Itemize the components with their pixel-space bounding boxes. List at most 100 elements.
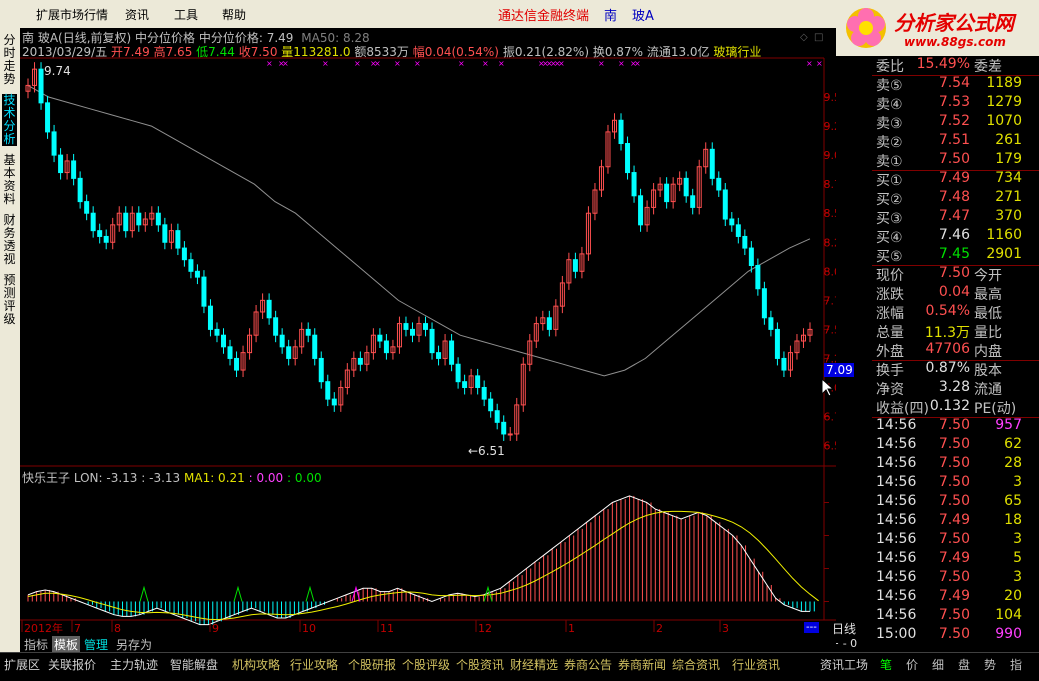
panel-separator	[872, 170, 1039, 171]
bottom-nav-item[interactable]: 机构攻略	[232, 656, 280, 673]
candle-body	[84, 201, 90, 214]
bid-label: 买②	[876, 192, 903, 208]
stat-label: 换手	[876, 363, 904, 379]
stat-value: 7.50	[938, 265, 970, 281]
candle-body	[357, 357, 363, 365]
stat-value: 0.54%	[925, 303, 970, 319]
tab-manage[interactable]: 管理	[82, 636, 110, 653]
tab-save-as[interactable]: 另存为	[114, 636, 154, 653]
stat-label: 涨跌	[876, 287, 904, 303]
indicator-ma1: MA1: 0.21	[184, 471, 245, 485]
candle-body	[279, 334, 285, 348]
tab-intraday[interactable]: 分时走势	[2, 34, 17, 86]
stat-value: 47706	[925, 341, 970, 357]
tab-forecast-rating[interactable]: 预测评级	[2, 274, 17, 326]
candle-body	[618, 119, 624, 145]
signal-marker: ×	[498, 59, 505, 68]
bottom-nav-item[interactable]: 主力轨迹	[110, 656, 158, 673]
tab-template[interactable]: 模板	[52, 636, 81, 653]
bottom-nav-item[interactable]: 资讯工场	[820, 656, 868, 673]
candle-body	[51, 131, 57, 156]
price-tick-label: 6.50	[824, 440, 837, 453]
bottom-nav-item[interactable]: 扩展区	[4, 656, 40, 673]
bottom-nav-item[interactable]: 智能解盘	[170, 656, 218, 673]
bottom-nav-item[interactable]: 个股资讯	[456, 656, 504, 673]
stat-label: PE(动)	[974, 401, 1017, 417]
bottom-nav-item[interactable]: 行业攻略	[290, 656, 338, 673]
tick-row: 14:56 7.50 3	[872, 531, 1039, 550]
more-button[interactable]: ---	[804, 622, 819, 633]
quote-label: 委比	[876, 59, 904, 75]
candle-body	[377, 334, 383, 342]
candle-body	[409, 328, 415, 336]
period-label[interactable]: 日线	[832, 620, 856, 637]
tab-company-profile[interactable]: 基本资料	[2, 154, 17, 206]
indicator-header: 快乐王子 LON: -3.13 : -3.13 MA1: 0.21 : 0.00…	[22, 469, 322, 486]
quote-tab[interactable]: 笔	[880, 656, 892, 673]
stat-row: 收益(四) 0.132 PE(动)	[872, 398, 1039, 417]
bottom-nav-item[interactable]: 财经精选	[510, 656, 558, 673]
bid-volume: 1160	[986, 227, 1022, 243]
tick-row: 14:56 7.49 5	[872, 550, 1039, 569]
signal-marker: ×	[322, 59, 329, 68]
signal-marker: ×	[458, 59, 465, 68]
menu-item-help[interactable]: 帮助	[222, 6, 246, 23]
candle-body	[136, 212, 142, 226]
ask-label: 卖⑤	[876, 78, 903, 94]
menu-item-tools[interactable]: 工具	[174, 6, 198, 23]
ask-row: 卖② 7.51 261	[872, 132, 1039, 151]
candle-body	[683, 177, 689, 197]
quote-tab[interactable]: 细	[932, 656, 944, 673]
tick-time: 14:56	[876, 436, 917, 452]
price-tick-label: 7.50	[824, 323, 837, 336]
candle-body	[494, 410, 500, 423]
ma1-line	[27, 510, 819, 621]
ask-volume: 261	[995, 132, 1022, 148]
quote-value: 15.49%	[916, 56, 970, 72]
bottom-nav-item[interactable]: 个股研报	[348, 656, 396, 673]
stat-row: 总量 11.3万 量比	[872, 322, 1039, 341]
candle-body	[546, 317, 552, 330]
panel-separator	[872, 360, 1039, 361]
stat-label: 最低	[974, 306, 1002, 322]
bottom-nav-item[interactable]: 券商新闻	[618, 656, 666, 673]
stat-value: 0.132	[929, 398, 970, 414]
bottom-nav-item[interactable]: 个股评级	[402, 656, 450, 673]
flower-logo-icon	[846, 8, 886, 48]
quote-tab[interactable]: 势	[984, 656, 996, 673]
bottom-nav-item[interactable]: 券商公告	[564, 656, 612, 673]
bottom-nav-item[interactable]: 关联报价	[48, 656, 96, 673]
tab-technical-analysis[interactable]: 技术分析	[2, 94, 17, 146]
candle-body	[188, 259, 194, 272]
chart-close-icon[interactable]: □	[814, 32, 823, 43]
price-tick-label: 6.75	[824, 411, 837, 424]
ask-price: 7.50	[938, 151, 970, 167]
candle-body	[383, 340, 389, 354]
bottom-nav-item[interactable]: 综合资讯	[672, 656, 720, 673]
quote-tab[interactable]: 指	[1010, 656, 1022, 673]
tick-volume: 957	[995, 417, 1022, 433]
chart-area[interactable]: 南 玻A(日线,前复权) 中分位价格 中分位价格: 7.49 MA50: 8.2…	[20, 28, 857, 652]
quote-tab[interactable]: 盘	[958, 656, 970, 673]
menu-item-extended-market[interactable]: 扩展市场行情	[36, 6, 108, 23]
candle-body	[768, 317, 774, 330]
tick-time: 14:56	[876, 588, 917, 604]
candle-body	[742, 235, 748, 249]
candle-body	[716, 177, 722, 191]
chart-restore-icon[interactable]: ◇	[800, 32, 808, 43]
bottom-nav-item[interactable]: 行业资讯	[732, 656, 780, 673]
signal-marker: ×	[414, 59, 421, 68]
tab-indicator[interactable]: 指标	[22, 636, 50, 653]
x-axis-label: 2	[656, 622, 663, 635]
menu-item-news[interactable]: 资讯	[125, 6, 149, 23]
tick-price: 7.49	[938, 588, 970, 604]
candle-body	[175, 230, 181, 249]
stat-label: 今开	[974, 268, 1002, 284]
price-tick-label: 9.50	[824, 91, 837, 104]
candle-body	[305, 328, 311, 336]
tick-price: 7.50	[938, 474, 970, 490]
quote-tab[interactable]: 价	[906, 656, 918, 673]
tab-financials[interactable]: 财务透视	[2, 214, 17, 266]
bid-volume: 2901	[986, 246, 1022, 262]
low-price-marker: ←6.51	[468, 444, 505, 458]
